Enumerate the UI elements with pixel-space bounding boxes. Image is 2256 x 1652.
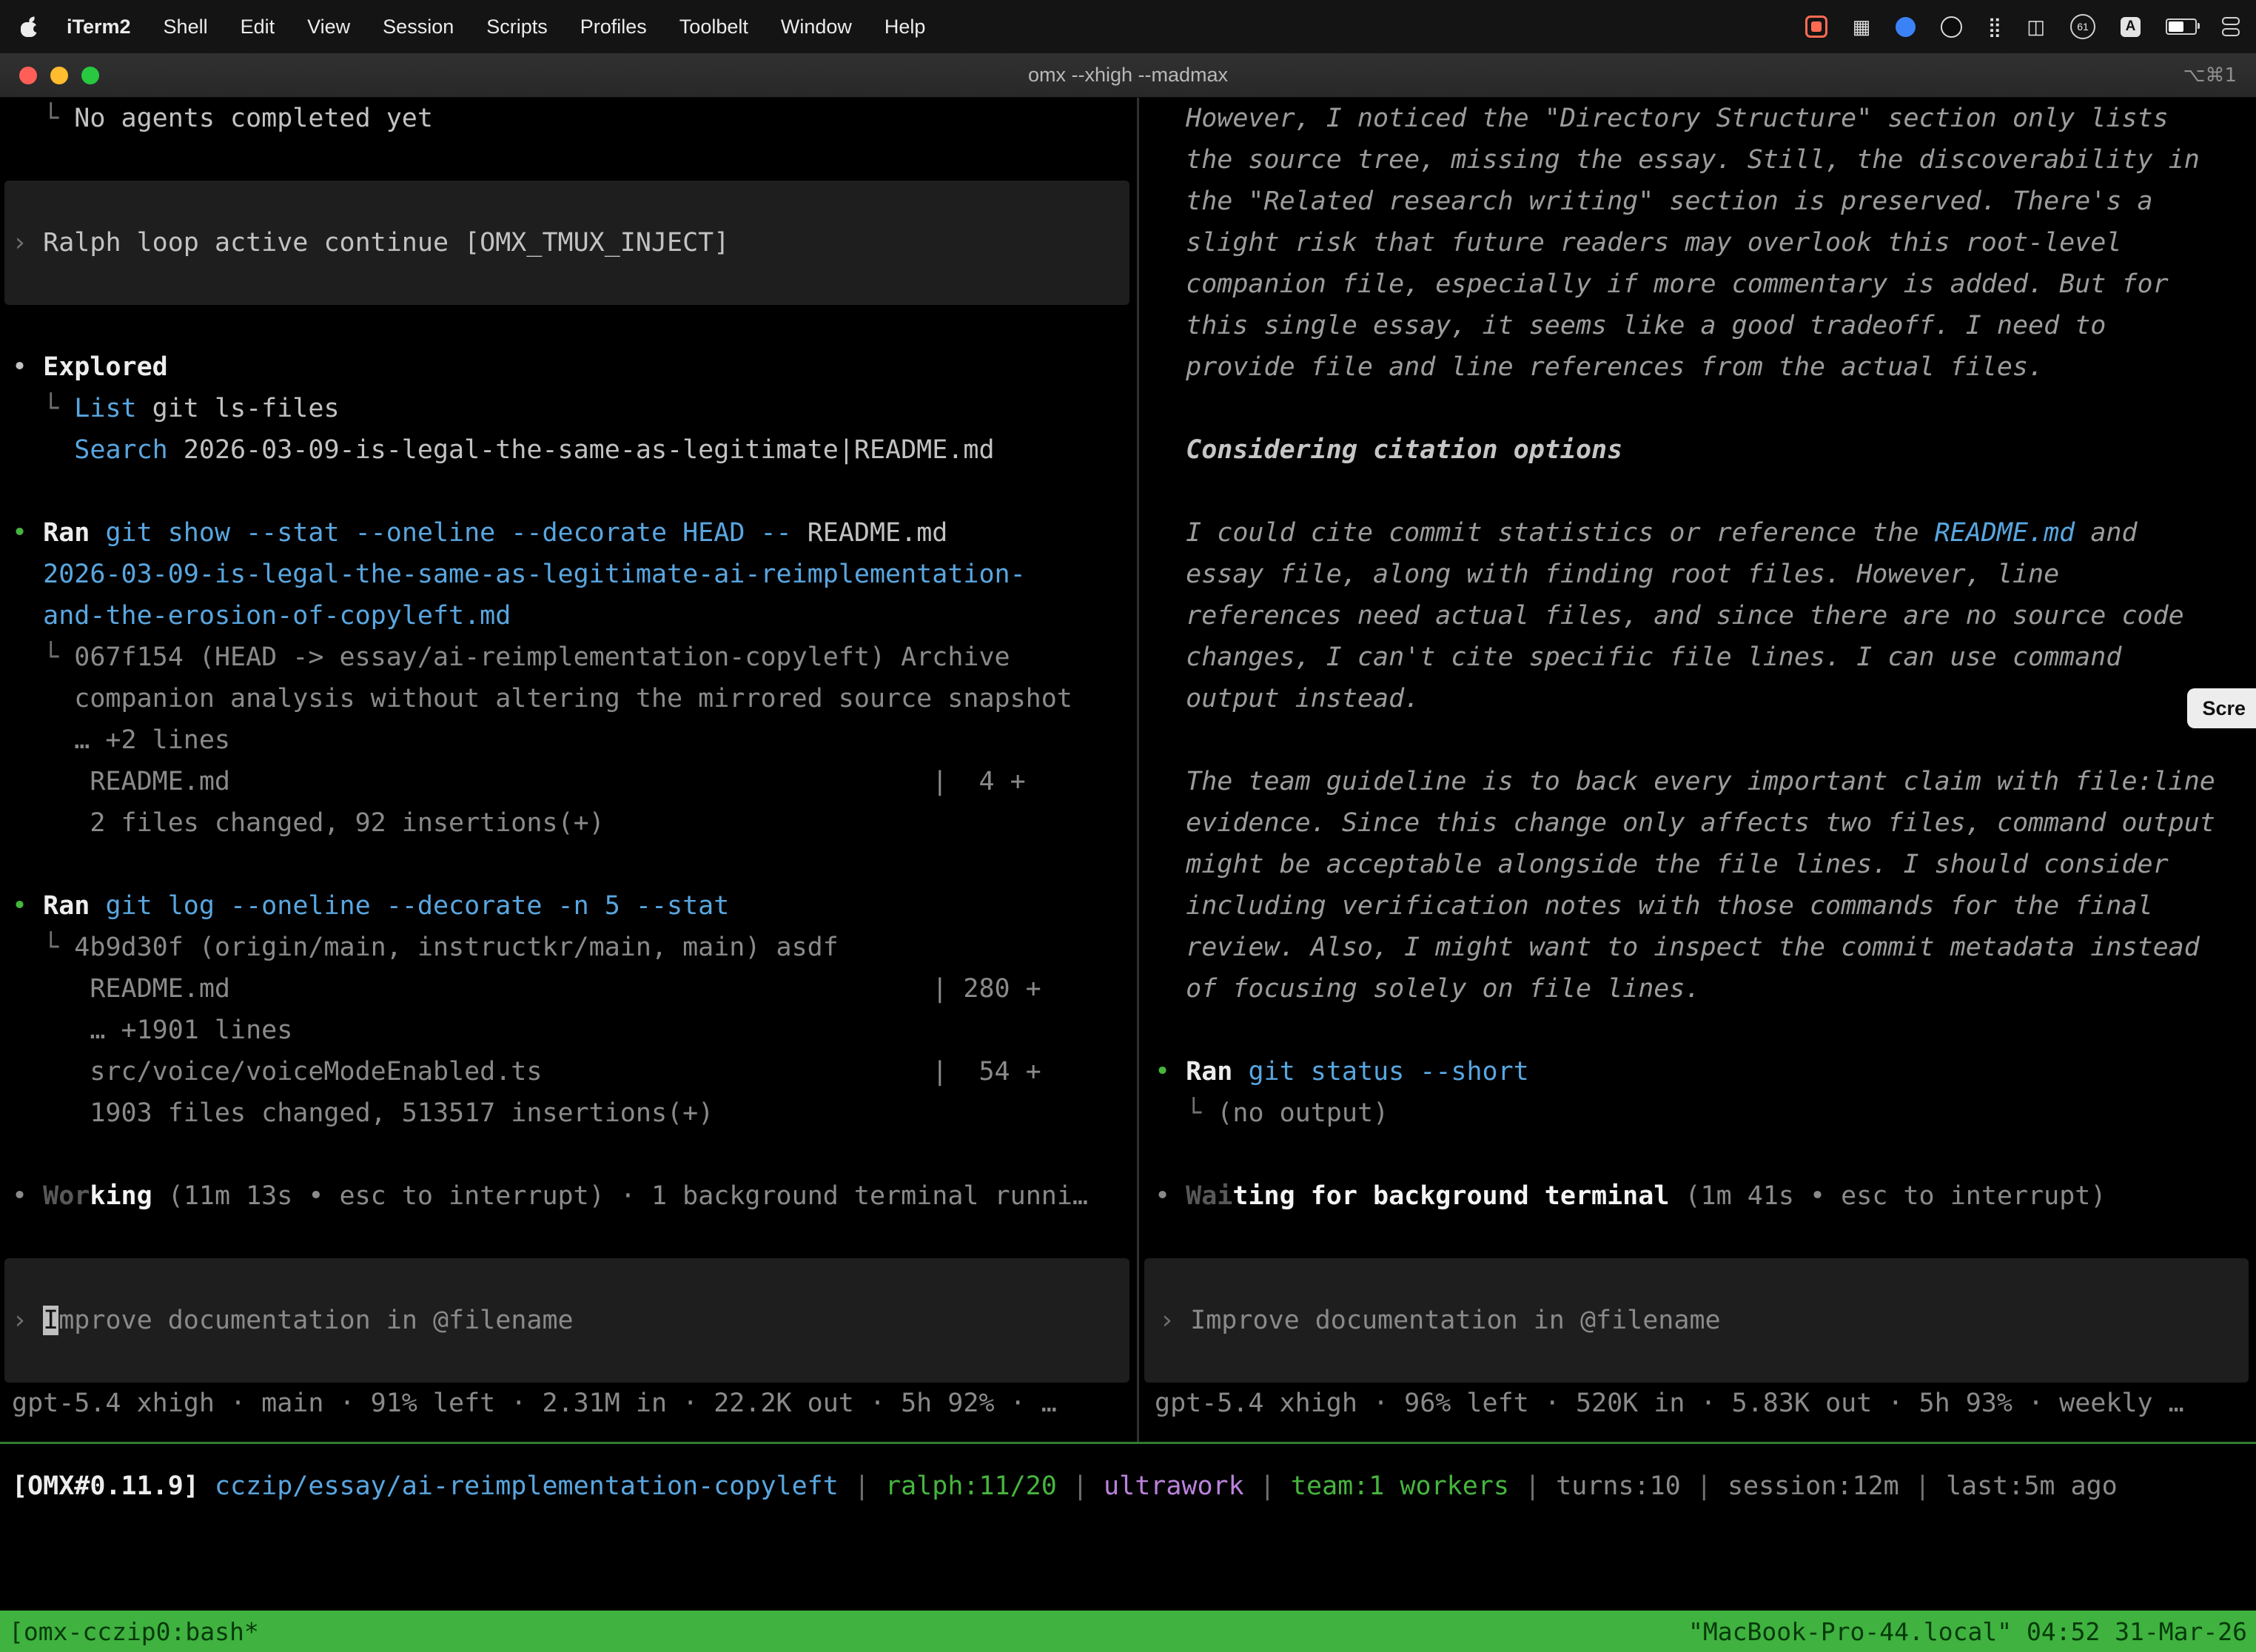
terminal-line: essay file, along with finding root file… <box>1140 554 2256 595</box>
terminal-line: slight risk that future readers may over… <box>1140 222 2256 263</box>
terminal-line: └ No agents completed yet <box>0 98 1137 139</box>
terminal-line: 2026-03-09-is-legal-the-same-as-legitima… <box>0 554 1137 595</box>
terminal-line: Search 2026-03-09-is-legal-the-same-as-l… <box>0 429 1137 471</box>
terminal-line: references need actual files, and since … <box>1140 595 2256 637</box>
menu-window[interactable]: Window <box>781 16 852 38</box>
screen: iTerm2 Shell Edit View Session Scripts Profile… <box>0 0 2256 1652</box>
battery-percent-value: 61 <box>2077 21 2089 33</box>
terminal-line: src/voice/voiceModeEnabled.ts | 54 + <box>0 1051 1137 1092</box>
menu-bar: iTerm2 Shell Edit View Session Scripts Profile… <box>0 0 2256 53</box>
terminal-line: provide file and line references from th… <box>1140 346 2256 388</box>
terminal-line: • Waiting for background terminal (1m 41… <box>1140 1175 2256 1217</box>
terminal-line: companion file, especially if more comme… <box>1140 263 2256 305</box>
omx-status-line: [OMX#0.11.9] cczip/essay/ai-reimplementa… <box>0 1465 2256 1507</box>
terminal-line: README.md | 280 + <box>0 968 1137 1010</box>
terminal-line: output instead. <box>1140 678 2256 719</box>
menu-edit[interactable]: Edit <box>241 16 275 38</box>
tmux-session-window: [omx-cczip0:bash* <box>9 1617 259 1646</box>
terminal-line: including verification notes with those … <box>1140 885 2256 927</box>
window-title: omx --xhigh --madmax <box>0 64 2256 87</box>
pane-status-line: gpt-5.4 xhigh · main · 91% left · 2.31M … <box>0 1383 1137 1424</box>
terminal-line: the source tree, missing the essay. Stil… <box>1140 139 2256 181</box>
terminal-line: might be acceptable alongside the file l… <box>1140 844 2256 885</box>
bottom-divider <box>0 1442 2256 1444</box>
blank-line <box>0 844 1137 885</box>
tmux-host-clock: "MacBook-Pro-44.local" 04:52 31-Mar-26 <box>1688 1617 2247 1646</box>
apple-menu-icon[interactable] <box>21 17 37 37</box>
dark-app-icon[interactable] <box>1941 16 1962 38</box>
grid-icon[interactable]: ▦ <box>1853 16 1871 38</box>
terminal-line: changes, I can't cite specific file line… <box>1140 637 2256 678</box>
menu-session[interactable]: Session <box>383 16 454 38</box>
terminal-line: The team guideline is to back every impo… <box>1140 761 2256 802</box>
terminal-line: this single essay, it seems like a good … <box>1140 305 2256 346</box>
blank-line <box>1140 1134 2256 1175</box>
terminal-line: 1903 files changed, 513517 insertions(+) <box>0 1092 1137 1134</box>
terminal-line: └ (no output) <box>1140 1092 2256 1134</box>
window-shortcut-hint: ⌥⌘1 <box>2183 64 2237 87</box>
tmux-status-bar: [omx-cczip0:bash* "MacBook-Pro-44.local"… <box>0 1611 2256 1652</box>
blank-line <box>0 305 1137 346</box>
terminal-line: └ 067f154 (HEAD -> essay/ai-reimplementa… <box>0 637 1137 678</box>
recording-indicator-icon[interactable] <box>1805 16 1827 38</box>
screen-overlay-button[interactable]: Scre <box>2187 688 2256 728</box>
menu-toolbelt[interactable]: Toolbelt <box>679 16 748 38</box>
terminal-line: README.md | 4 + <box>0 761 1137 802</box>
menu-status-icons: ▦ ⣿ ◫ 61 A <box>1805 14 2256 39</box>
blank-line <box>1140 719 2256 761</box>
terminal-line: … +1901 lines <box>0 1010 1137 1051</box>
terminal-line: companion analysis without altering the … <box>0 678 1137 719</box>
blank-line <box>0 1134 1137 1175</box>
terminal-area: └ No agents completed yet › Ralph loop ac… <box>0 98 2256 1424</box>
ralph-banner: › Ralph loop active continue [OMX_TMUX_I… <box>4 181 1129 305</box>
terminal-line: • Ran git log --oneline --decorate -n 5 … <box>0 885 1137 927</box>
blank-line <box>1140 1217 2256 1258</box>
dots-grid-icon[interactable]: ⣿ <box>1987 16 2001 38</box>
pane-status-line: gpt-5.4 xhigh · 96% left · 520K in · 5.8… <box>1140 1383 2256 1424</box>
terminal-line: • Ran git show --stat --oneline --decora… <box>0 512 1137 554</box>
battery-icon[interactable] <box>2166 19 2197 35</box>
input-source-letter: A <box>2126 19 2136 35</box>
terminal-line: the "Related research writing" section i… <box>1140 181 2256 222</box>
terminal-line: of focusing solely on file lines. <box>1140 968 2256 1010</box>
menu-help[interactable]: Help <box>884 16 926 38</box>
terminal-line: I could cite commit statistics or refere… <box>1140 512 2256 554</box>
terminal-line: However, I noticed the "Directory Struct… <box>1140 98 2256 139</box>
input-source-icon[interactable]: A <box>2121 17 2141 37</box>
terminal-line: evidence. Since this change only affects… <box>1140 802 2256 844</box>
terminal-line: and-the-erosion-of-copyleft.md <box>0 595 1137 637</box>
menu-shell[interactable]: Shell <box>164 16 208 38</box>
menu-items: iTerm2 Shell Edit View Session Scripts Profile… <box>67 16 925 38</box>
menu-scripts[interactable]: Scripts <box>486 16 548 38</box>
terminal-line: • Working (11m 13s • esc to interrupt) ·… <box>0 1175 1137 1217</box>
menu-profiles[interactable]: Profiles <box>580 16 647 38</box>
blank-line <box>0 1217 1137 1258</box>
terminal-line: 2 files changed, 92 insertions(+) <box>0 802 1137 844</box>
terminal-line: … +2 lines <box>0 719 1137 761</box>
blank-line <box>1140 471 2256 512</box>
terminal-line: └ 4b9d30f (origin/main, instructkr/main,… <box>0 927 1137 968</box>
menu-view[interactable]: View <box>307 16 350 38</box>
prompt-input[interactable]: › Improve documentation in @filename <box>1144 1258 2249 1383</box>
terminal-line: • Explored <box>0 346 1137 388</box>
blue-app-icon[interactable] <box>1896 17 1916 37</box>
terminal-line: └ List git ls-files <box>0 388 1137 429</box>
control-center-icon[interactable] <box>2222 17 2240 36</box>
terminal-line: • Ran git status --short <box>1140 1051 2256 1092</box>
pane-divider[interactable] <box>1137 98 1139 1442</box>
blank-line <box>0 471 1137 512</box>
window-split-icon[interactable]: ◫ <box>2027 16 2045 38</box>
omx-session-status: [OMX#0.11.9] cczip/essay/ai-reimplementa… <box>0 1465 2256 1507</box>
menu-iterm2[interactable]: iTerm2 <box>67 16 131 38</box>
blank-line <box>1140 388 2256 429</box>
terminal-line: Considering citation options <box>1140 429 2256 471</box>
title-bar[interactable]: omx --xhigh --madmax ⌥⌘1 <box>0 53 2256 98</box>
blank-line <box>1140 1010 2256 1051</box>
terminal-line: review. Also, I might want to inspect th… <box>1140 927 2256 968</box>
terminal-pane-right[interactable]: However, I noticed the "Directory Struct… <box>1140 98 2256 1424</box>
battery-percent-icon[interactable]: 61 <box>2070 14 2095 39</box>
prompt-input[interactable]: › Improve documentation in @filename <box>4 1258 1129 1383</box>
terminal-pane-left[interactable]: └ No agents completed yet › Ralph loop ac… <box>0 98 1137 1424</box>
blank-line <box>0 139 1137 181</box>
